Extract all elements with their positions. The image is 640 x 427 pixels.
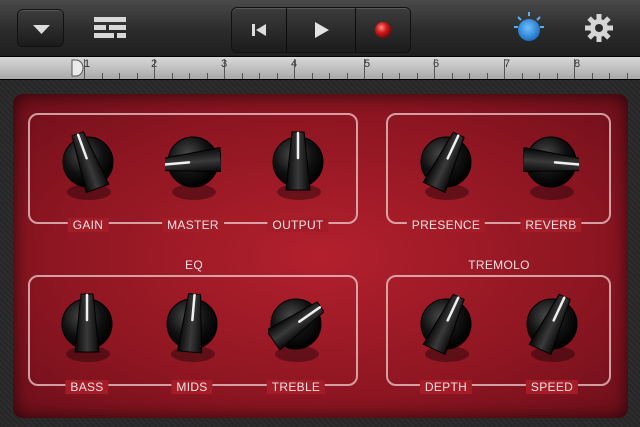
ruler-tick	[381, 73, 383, 79]
ruler-tick	[189, 73, 190, 79]
reverb-knob[interactable]	[521, 130, 582, 217]
ruler-tick	[276, 73, 278, 79]
depth-label: DEPTH	[419, 380, 473, 394]
output-label: OUTPUT	[267, 218, 329, 232]
tracks-view-button[interactable]	[90, 12, 130, 44]
ruler-tick	[609, 73, 610, 79]
ruler-tick	[224, 59, 225, 79]
bass-label: BASS	[65, 380, 109, 394]
rewind-button[interactable]	[232, 8, 288, 52]
ruler-tick	[591, 73, 593, 79]
ruler-tick	[311, 73, 313, 79]
ruler-tick	[364, 59, 365, 79]
play-icon	[314, 22, 329, 38]
tremolo-title: TREMOLO	[468, 258, 530, 272]
speed-label: SPEED	[525, 380, 579, 394]
track-view-icon	[94, 17, 126, 38]
transport-controls	[231, 7, 411, 53]
record-icon	[374, 22, 391, 38]
master-label: MASTER	[162, 218, 224, 232]
presence-knob[interactable]	[418, 130, 474, 217]
ruler-tick	[504, 59, 505, 79]
ruler-tick	[574, 59, 575, 79]
ruler-tick	[171, 73, 173, 79]
tuner-button[interactable]	[511, 10, 547, 46]
treble-label: TREBLE	[266, 380, 326, 394]
ruler-tick	[241, 73, 243, 79]
ruler-tick	[399, 73, 400, 79]
output-knob[interactable]	[270, 130, 326, 217]
ruler-tick	[451, 73, 453, 79]
playhead-icon[interactable]	[70, 59, 84, 77]
ruler-tick	[434, 59, 435, 79]
mids-knob[interactable]	[164, 292, 220, 379]
ruler-tick	[294, 59, 295, 79]
ruler-tick	[626, 73, 628, 79]
ruler-tick	[119, 73, 120, 79]
mids-label: MIDS	[171, 380, 213, 394]
toolbar	[0, 0, 640, 57]
eq-title: EQ	[185, 258, 203, 272]
speed-knob[interactable]	[524, 292, 580, 379]
master-knob[interactable]	[162, 130, 223, 217]
treble-knob[interactable]	[265, 292, 325, 379]
ruler-tick	[469, 73, 470, 79]
skip-back-icon	[252, 24, 267, 36]
tuner-knob-icon	[514, 12, 544, 41]
timeline-ruler[interactable]: 1 2 3 4 5 6 7 8	[0, 57, 640, 80]
ruler-tick	[154, 59, 155, 79]
ruler-tick	[84, 59, 85, 79]
ruler-tick	[521, 73, 523, 79]
ruler-tick	[346, 73, 348, 79]
reverb-label: REVERB	[520, 218, 582, 232]
ruler-tick	[136, 73, 138, 79]
ruler-tick	[101, 73, 103, 79]
settings-button[interactable]	[582, 11, 616, 45]
ruler-tick	[486, 73, 488, 79]
menu-button[interactable]	[17, 9, 64, 47]
ruler-tick	[329, 73, 330, 79]
chevron-down-icon	[33, 25, 50, 34]
gain-label: GAIN	[67, 218, 109, 232]
depth-knob[interactable]	[418, 292, 474, 379]
gear-icon	[585, 14, 613, 42]
play-button[interactable]	[287, 8, 356, 52]
ruler-tick	[416, 73, 418, 79]
ruler-tick	[556, 73, 558, 79]
presence-label: PRESENCE	[406, 218, 486, 232]
ruler-tick	[206, 73, 208, 79]
record-button[interactable]	[356, 8, 410, 52]
ruler-tick	[539, 73, 540, 79]
bass-knob[interactable]	[59, 292, 115, 379]
ruler-tick	[259, 73, 260, 79]
gain-knob[interactable]	[60, 130, 116, 217]
